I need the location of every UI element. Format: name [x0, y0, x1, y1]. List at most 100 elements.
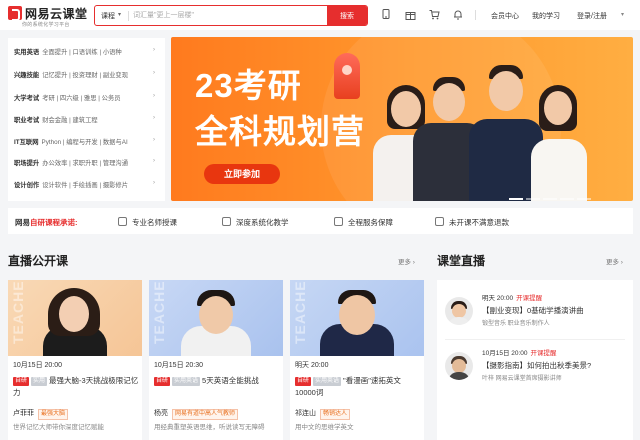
teacher-name[interactable]: 杨亮 — [154, 410, 168, 417]
gift-icon[interactable] — [404, 9, 416, 21]
banner-join-button[interactable]: 立即参加 — [204, 164, 280, 184]
live-section-title: 直播公开课 — [8, 254, 69, 268]
chevron-right-icon: › — [153, 180, 155, 186]
category-item[interactable]: 大学考试 考研 | 四六级 | 雅思 | 公务员 — [14, 93, 121, 105]
live-course-card[interactable]: TEACHER 明天 20:00 自研 实用英语 "看漫画"速拓英文10000词 祁… — [290, 280, 424, 440]
banner-title-line2: 全科规划营 — [195, 113, 365, 150]
course-desc: 用中文的思维学英文 — [295, 424, 354, 431]
cover-watermark: TEACHER — [292, 280, 308, 344]
category-item[interactable]: 兴趣技能 记忆提升 | 投资理财 | 副业变现 — [14, 70, 128, 82]
search-input[interactable] — [133, 8, 323, 23]
search-bar: 课程 ▾ 搜索 — [94, 5, 368, 26]
site-logo[interactable]: 网易云课堂 你的系统化学习平台 — [8, 5, 88, 28]
bell-icon[interactable] — [452, 9, 464, 21]
tag-badge: 自研 — [295, 377, 312, 386]
chevron-right-icon: › — [153, 137, 155, 143]
teacher-icon — [118, 217, 127, 226]
course-teacher: 祁连山 畅销达人 — [295, 408, 351, 420]
category-main: 实用英语 — [14, 49, 40, 56]
category-item[interactable]: IT互联网 Python | 编程与开发 | 数据与AI — [14, 137, 128, 149]
classroom-section-title: 课堂直播 — [437, 254, 486, 268]
tag-badge: 自研 — [13, 377, 30, 386]
category-item[interactable]: 职业考试 财会金融 | 建筑工程 — [14, 115, 98, 127]
promise-highlight: 自研课程承诺: — [30, 218, 78, 227]
teacher-photo — [529, 71, 589, 201]
live-more-link[interactable]: 更多 › — [398, 256, 415, 266]
category-subs: Python | 编程与开发 | 数据与AI — [41, 139, 128, 146]
promise-item: 深度系统化教学 — [222, 217, 289, 228]
category-main: 设计创作 — [14, 182, 40, 189]
promise-item-label: 专业名师授课 — [132, 218, 177, 227]
banner-title-line1: 23考研 — [195, 67, 302, 104]
course-time: 明天 20:00 — [295, 362, 329, 369]
category-main: 兴趣技能 — [14, 72, 40, 79]
chevron-right-icon: › — [153, 47, 155, 53]
category-item[interactable]: 设计创作 设计软件 | 手绘插画 | 摄影修片 — [14, 180, 128, 192]
divider — [445, 339, 625, 340]
chevron-right-icon: › — [153, 70, 155, 76]
download-icon[interactable] — [380, 9, 392, 21]
classroom-live-item[interactable]: 10月15日 20:00 开课提醒 【摄影指南】如何拍出秋季美景? 叶梓 网易云课… — [437, 341, 633, 389]
chevron-down-icon: ▾ — [621, 12, 625, 18]
promo-banner[interactable]: 23考研 全科规划营 立即参加 — [171, 37, 633, 201]
banner-pagination — [509, 193, 594, 201]
course-desc: 用经典重塑英语思维，听说读写无障碍 — [154, 424, 265, 431]
cover-watermark: TEACHER — [151, 280, 167, 344]
live-course-card[interactable]: TEACHER 10月15日 20:30 自研 实用英语 5天英语全能挑战 杨亮 网易… — [149, 280, 283, 440]
room-time: 明天 20:00 开课提醒 — [482, 295, 543, 302]
tag-badge: 实用英语 — [313, 377, 342, 386]
chevron-right-icon: › — [153, 158, 155, 164]
pagination-dot[interactable] — [526, 198, 540, 200]
promise-item: 未开课不满意退款 — [435, 217, 509, 228]
tag-badge: 实用英语 — [172, 377, 201, 386]
category-subs: 记忆提升 | 投资理财 | 副业变现 — [42, 72, 129, 79]
classroom-more-link[interactable]: 更多 › — [606, 256, 623, 266]
live-course-card[interactable]: TEACHER 10月15日 20:00 自研 实用 最强大脑-3天挑战极限记忆力 … — [8, 280, 142, 440]
teacher-badge: 最强大脑 — [38, 409, 69, 420]
course-teacher: 卢菲菲 最强大脑 — [13, 408, 69, 420]
chevron-down-icon: ▾ — [118, 12, 122, 18]
service-icon — [334, 217, 343, 226]
tag-badge: 实用 — [31, 377, 48, 386]
pagination-dot[interactable] — [509, 198, 523, 200]
search-button[interactable]: 搜索 — [327, 6, 367, 25]
promise-item-label: 未开课不满意退款 — [449, 218, 509, 227]
pagination-dot[interactable] — [543, 198, 557, 200]
category-subs: 财会金融 | 建筑工程 — [42, 117, 98, 124]
category-main: 职业考试 — [14, 117, 40, 124]
course-title-line: 自研 实用英语 "看漫画"速拓英文10000词 — [295, 375, 421, 399]
logo-slogan: 你的系统化学习平台 — [22, 22, 70, 28]
category-subs: 全面提升 | 口语训练 | 小语种 — [42, 49, 122, 56]
classroom-live-list: 明天 20:00 开课提醒 【副业变现】0基础学播演讲曲 锻型音乐 职业音乐制作人… — [437, 280, 633, 440]
tag-badge: 自研 — [154, 377, 171, 386]
teacher-name[interactable]: 卢菲菲 — [13, 410, 34, 417]
category-subs: 考研 | 四六级 | 雅思 | 公务员 — [42, 95, 121, 102]
chevron-right-icon: › — [153, 115, 155, 121]
cart-icon[interactable] — [428, 9, 440, 21]
pagination-dot[interactable] — [560, 198, 574, 200]
member-center-link[interactable]: 会员中心 — [491, 11, 519, 21]
remind-link[interactable]: 开课提醒 — [516, 295, 542, 302]
refund-icon — [435, 217, 444, 226]
teacher-name[interactable]: 祁连山 — [295, 410, 316, 417]
category-item[interactable]: 实用英语 全面提升 | 口语训练 | 小语种 — [14, 47, 122, 59]
pagination-dot[interactable] — [577, 198, 591, 200]
course-time: 10月15日 20:00 — [13, 362, 63, 369]
search-category-select[interactable]: 课程 — [101, 11, 115, 21]
room-title[interactable]: 【摄影指南】如何拍出秋季美景? — [482, 360, 591, 371]
search-divider — [128, 11, 129, 21]
course-title[interactable]: 5天英语全能挑战 — [202, 376, 259, 385]
remind-link[interactable]: 开课提醒 — [531, 350, 557, 357]
room-title[interactable]: 【副业变现】0基础学播演讲曲 — [482, 305, 584, 316]
my-learning-link[interactable]: 我的学习 — [532, 11, 560, 21]
course-cover: TEACHER — [290, 280, 424, 356]
promise-item: 全程服务保障 — [334, 217, 393, 228]
login-register-link[interactable]: 登录/注册 — [577, 11, 607, 21]
category-main: 职场提升 — [14, 160, 40, 167]
course-teacher: 杨亮 网易有道中高人气教师 — [154, 408, 239, 420]
category-item[interactable]: 职场提升 办公效率 | 求职升职 | 管理沟通 — [14, 158, 128, 170]
room-desc: 锻型音乐 职业音乐制作人 — [482, 321, 550, 327]
promise-title: 网易自研课程承诺: — [15, 217, 78, 228]
avatar — [445, 352, 473, 380]
classroom-live-item[interactable]: 明天 20:00 开课提醒 【副业变现】0基础学播演讲曲 锻型音乐 职业音乐制作人 — [437, 286, 633, 340]
